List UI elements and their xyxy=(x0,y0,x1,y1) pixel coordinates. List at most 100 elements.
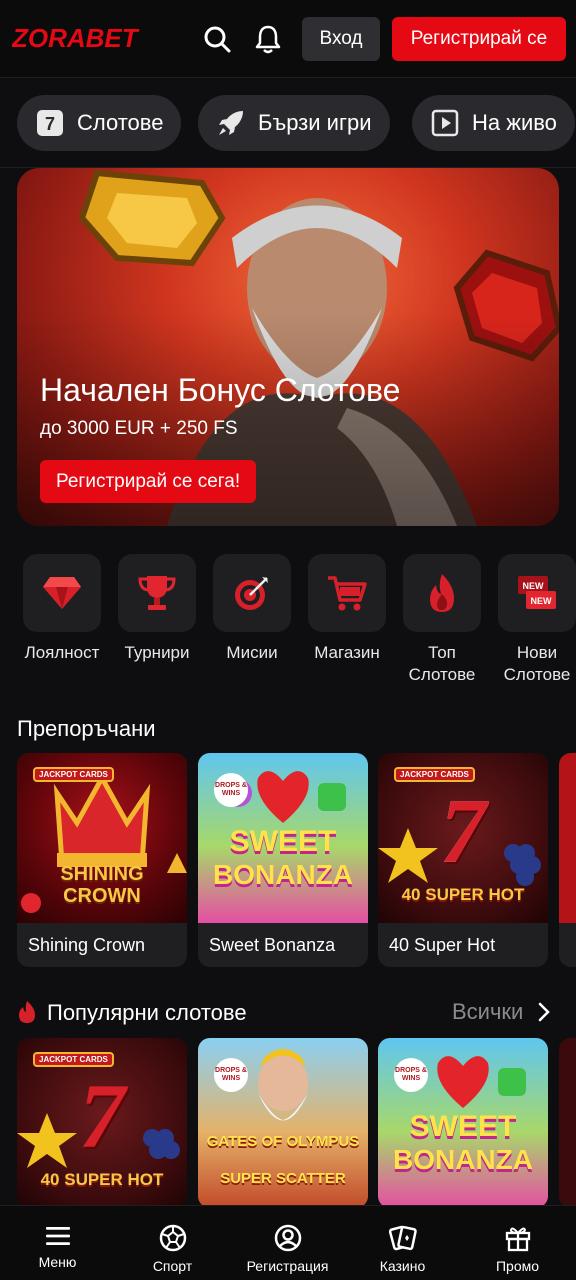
nav-registration[interactable]: Регистрация xyxy=(230,1206,345,1280)
game-name: Shining Crown xyxy=(28,934,146,955)
game-thumbnail: DROPS & WINS SWEET BONANZA xyxy=(378,1038,548,1208)
nav-casino[interactable]: Казино xyxy=(345,1206,460,1280)
shortcut-tile: NEW NEW xyxy=(498,554,576,632)
svg-text:NEW: NEW xyxy=(523,581,545,591)
shortcut-label: Магазин xyxy=(314,643,380,662)
game-thumbnail xyxy=(559,753,576,923)
game-logo-line2: SUPER SCATTER xyxy=(220,1170,346,1187)
play-icon xyxy=(431,109,459,137)
shortcut-tile xyxy=(308,554,386,632)
game-name: Sweet Bonanza xyxy=(209,934,336,955)
game-card-sweet-bonanza[interactable]: DROPS & WINS SWEET BONANZA Sweet Bonanza xyxy=(198,753,368,967)
promo-banner[interactable]: Начален Бонус Слотове до 3000 EUR + 250 … xyxy=(17,168,559,526)
game-thumbnail: JACKPOT CARDS SHINING CROWN xyxy=(17,753,187,923)
category-live[interactable]: На живо xyxy=(412,95,575,151)
game-thumbnail: DROPS & WINS SWEET BONANZA xyxy=(198,753,368,923)
nav-label: Промо xyxy=(495,1258,540,1274)
banner-register-button[interactable]: Регистрирай се сега! xyxy=(40,460,257,503)
game-card-40-super-hot[interactable]: JACKPOT CARDS 7 40 SUPER HOT xyxy=(17,1038,187,1208)
game-card-gates-of-olympus[interactable]: DROPS & WINS GATES OF OLYMPUS SUPER SCAT… xyxy=(198,1038,368,1208)
game-thumbnail: JACKPOT CARDS 7 40 SUPER HOT xyxy=(17,1038,187,1208)
category-bar: 7 Слотове Бързи игри На живо xyxy=(0,78,576,168)
rocket-icon xyxy=(219,111,243,135)
shortcut-label: Мисии xyxy=(226,643,278,662)
bell-icon[interactable] xyxy=(250,20,286,58)
page: ZORABET Вход Регистрирай се 7 Слотове Бъ… xyxy=(0,0,576,1280)
shortcut-tournaments[interactable]: Турнири xyxy=(117,554,197,664)
shortcut-shop[interactable]: Магазин xyxy=(307,554,387,664)
game-logo-line1: SWEET xyxy=(409,1110,517,1143)
user-icon xyxy=(274,1224,301,1252)
shortcut-label: Топ Слотове xyxy=(408,643,476,684)
search-icon[interactable] xyxy=(199,20,235,58)
category-fast-games[interactable]: Бързи игри xyxy=(198,95,390,151)
game-logo-line2: CROWN xyxy=(63,885,141,907)
game-logo-line1: GATES OF OLYMPUS xyxy=(206,1133,360,1150)
new-badge-icon: NEW NEW xyxy=(518,576,556,609)
game-thumbnail: JACKPOT CARDS 7 40 SUPER HOT xyxy=(378,753,548,923)
nav-label: Казино xyxy=(379,1258,426,1274)
category-label: На живо xyxy=(472,110,557,135)
shortcut-label: Турнири xyxy=(124,643,190,662)
game-card-sweet-bonanza[interactable]: DROPS & WINS SWEET BONANZA xyxy=(378,1038,548,1208)
shortcut-label: Лоялност xyxy=(24,643,100,662)
login-button[interactable]: Вход xyxy=(302,17,380,61)
game-logo-line2: BONANZA xyxy=(213,859,353,890)
soccer-ball-icon xyxy=(159,1224,186,1252)
nav-sport[interactable]: Спорт xyxy=(115,1206,230,1280)
game-name: 40 Super Hot xyxy=(389,934,496,955)
nav-label: Спорт xyxy=(152,1258,193,1274)
fire-icon xyxy=(19,1001,35,1023)
gift-icon xyxy=(505,1227,530,1252)
game-card-partial[interactable] xyxy=(559,1038,576,1208)
game-logo-line1: SHINING xyxy=(60,863,144,885)
shortcut-tile xyxy=(213,554,291,632)
svg-text:7: 7 xyxy=(45,114,55,134)
banner-title: Начален Бонус Слотове xyxy=(40,372,401,408)
shortcut-tile xyxy=(23,554,101,632)
game-thumbnail: DROPS & WINS GATES OF OLYMPUS SUPER SCAT… xyxy=(198,1038,368,1208)
cards-icon xyxy=(388,1225,417,1251)
menu-icon xyxy=(45,1227,70,1245)
game-logo-line2: BONANZA xyxy=(393,1144,533,1175)
trophy-icon xyxy=(138,576,176,610)
nav-label: Регистрация xyxy=(246,1258,329,1274)
shortcut-top-slots[interactable]: Топ Слотове xyxy=(402,554,482,686)
jackpot-badge: JACKPOT CARDS xyxy=(33,767,114,782)
game-card-40-super-hot[interactable]: JACKPOT CARDS 7 40 SUPER HOT 40 Super Ho… xyxy=(378,753,548,967)
top-header: ZORABET Вход Регистрирай се xyxy=(0,0,576,78)
cart-icon xyxy=(328,576,367,611)
popular-title: Популярни слотове xyxy=(47,1000,247,1025)
game-logo-line1: 7 xyxy=(79,1065,125,1167)
nav-promo[interactable]: Промо xyxy=(460,1206,575,1280)
nav-label: Меню xyxy=(38,1254,77,1270)
see-all-link[interactable]: Всички xyxy=(452,999,523,1025)
shortcut-tile xyxy=(403,554,481,632)
game-logo-line1: 7 xyxy=(440,780,486,882)
chevron-right-icon[interactable] xyxy=(536,1000,552,1024)
category-slots[interactable]: 7 Слотове xyxy=(17,95,182,151)
banner-subtitle: до 3000 EUR + 250 FS xyxy=(40,418,238,439)
svg-text:NEW: NEW xyxy=(531,596,553,606)
shortcut-loyalty[interactable]: Лоялност xyxy=(22,554,102,664)
register-button[interactable]: Регистрирай се xyxy=(392,17,566,61)
shortcut-missions[interactable]: Мисии xyxy=(212,554,292,664)
diamond-icon xyxy=(43,577,81,609)
nav-menu[interactable]: Меню xyxy=(0,1206,115,1280)
game-logo-line1: SWEET xyxy=(229,825,337,858)
drops-wins-badge: DROPS & WINS xyxy=(394,1058,428,1092)
fire-icon xyxy=(430,574,454,612)
zorabet-logo[interactable]: ZORABET xyxy=(12,23,172,53)
drops-wins-badge: DROPS & WINS xyxy=(214,1058,248,1092)
game-thumbnail xyxy=(559,1038,576,1208)
shortcut-new-slots[interactable]: NEW NEW Нови Слотове xyxy=(497,554,576,686)
recommended-title: Препоръчани xyxy=(17,716,156,741)
game-name xyxy=(559,923,576,967)
category-label: Слотове xyxy=(77,110,164,135)
drops-wins-badge: DROPS & WINS xyxy=(214,773,248,807)
bottom-navigation: Меню Спорт Регистрация Казино Промо xyxy=(0,1205,576,1280)
game-card-partial[interactable] xyxy=(559,753,576,967)
target-icon xyxy=(235,577,268,610)
seven-icon: 7 xyxy=(37,110,63,136)
game-card-shining-crown[interactable]: JACKPOT CARDS SHINING CROWN Shining Crow… xyxy=(17,753,187,967)
